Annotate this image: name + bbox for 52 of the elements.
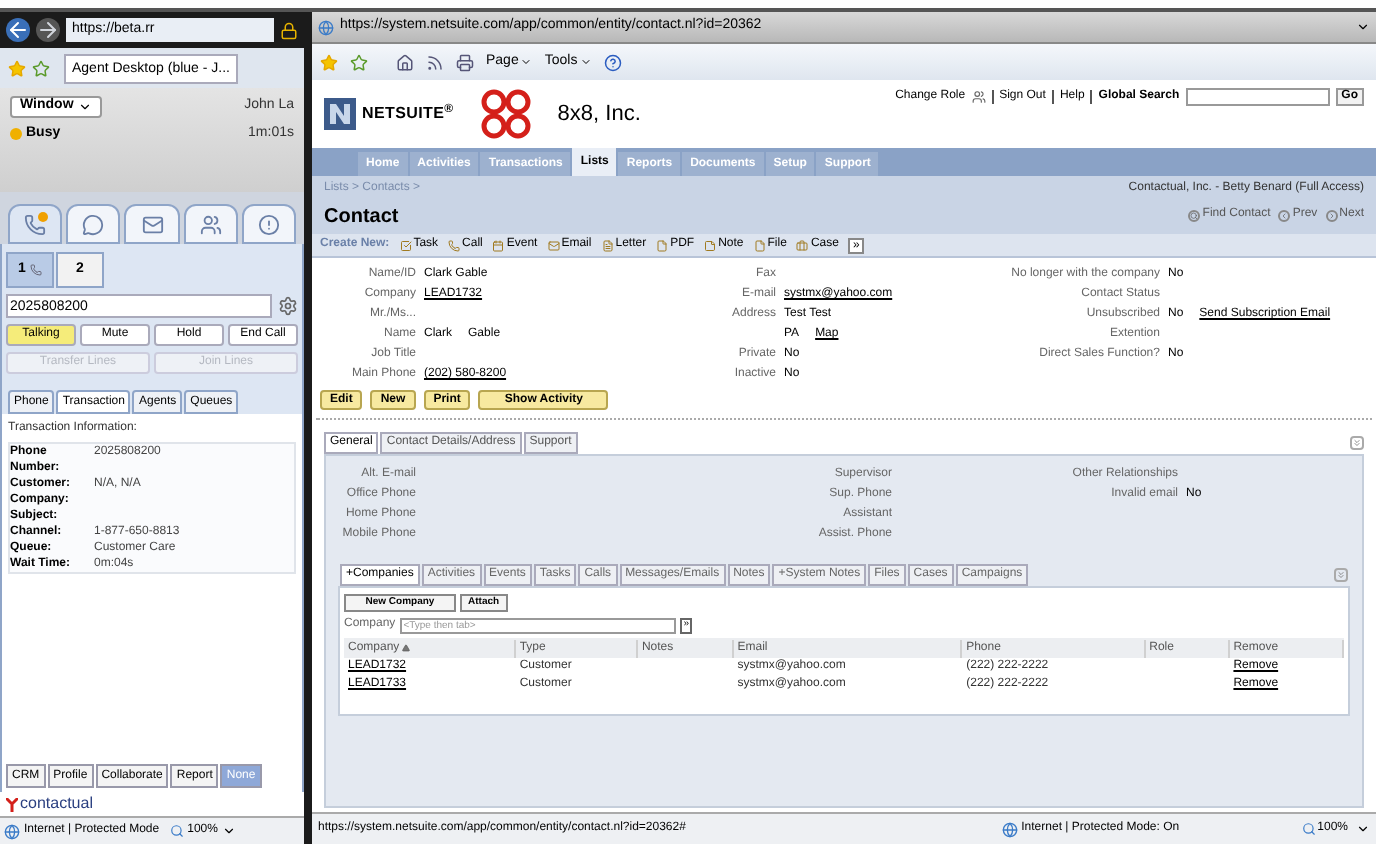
feed-icon[interactable] bbox=[426, 53, 444, 71]
caret-icon bbox=[520, 56, 533, 68]
zoom-icon[interactable] bbox=[169, 824, 184, 838]
logo-wordmark: contactual bbox=[20, 792, 93, 816]
chat-icon bbox=[82, 213, 105, 235]
prev-icon bbox=[1278, 209, 1291, 221]
netsuite-logo-icon bbox=[324, 98, 356, 130]
email-icon bbox=[547, 239, 560, 251]
caret-icon bbox=[77, 100, 92, 114]
search-icon bbox=[1188, 209, 1201, 221]
event-icon bbox=[492, 239, 505, 251]
collapse-icon[interactable] bbox=[1334, 568, 1348, 582]
alert-icon bbox=[257, 213, 280, 235]
search-field[interactable] bbox=[1185, 88, 1330, 106]
next-icon bbox=[1325, 209, 1338, 221]
role-icon[interactable] bbox=[971, 90, 986, 104]
email-icon bbox=[141, 213, 163, 235]
globe-icon bbox=[4, 823, 20, 839]
sort-icon bbox=[401, 644, 410, 652]
logo-mark-icon bbox=[6, 797, 18, 811]
page-title: Contact bbox=[324, 204, 401, 232]
print-icon[interactable] bbox=[456, 53, 474, 71]
task-icon bbox=[399, 239, 412, 251]
back-icon[interactable] bbox=[6, 18, 30, 42]
favorites-icon[interactable] bbox=[320, 53, 338, 71]
caret-icon[interactable] bbox=[221, 824, 236, 838]
lock-icon bbox=[280, 21, 298, 39]
pdf-icon bbox=[656, 239, 669, 251]
caret-icon bbox=[579, 56, 592, 68]
phone-icon bbox=[24, 213, 47, 235]
case-icon bbox=[796, 239, 809, 251]
globe-icon bbox=[1001, 821, 1018, 837]
file-icon bbox=[753, 239, 766, 251]
add-favorite-icon[interactable] bbox=[350, 53, 368, 71]
help-icon[interactable] bbox=[603, 53, 622, 71]
company-name: 8x8, Inc. bbox=[557, 99, 641, 130]
phone-icon bbox=[29, 264, 42, 276]
forward-icon[interactable] bbox=[36, 18, 60, 42]
settings-icon[interactable] bbox=[278, 296, 298, 316]
letter-icon bbox=[601, 239, 614, 251]
company-logo-drawing bbox=[477, 88, 534, 140]
home-icon[interactable] bbox=[396, 53, 414, 71]
note-icon bbox=[704, 239, 717, 251]
brand-name: NETSUITE$^{®}$ bbox=[362, 102, 454, 126]
collapse-icon[interactable] bbox=[1350, 436, 1364, 450]
contacts-icon bbox=[199, 213, 222, 235]
page-icon bbox=[318, 19, 334, 35]
zoom-icon[interactable] bbox=[1301, 822, 1316, 836]
caret-icon[interactable] bbox=[1356, 822, 1370, 836]
add-favorite-icon[interactable] bbox=[32, 59, 50, 77]
call-icon bbox=[448, 239, 461, 251]
caret-icon[interactable] bbox=[1356, 20, 1370, 34]
